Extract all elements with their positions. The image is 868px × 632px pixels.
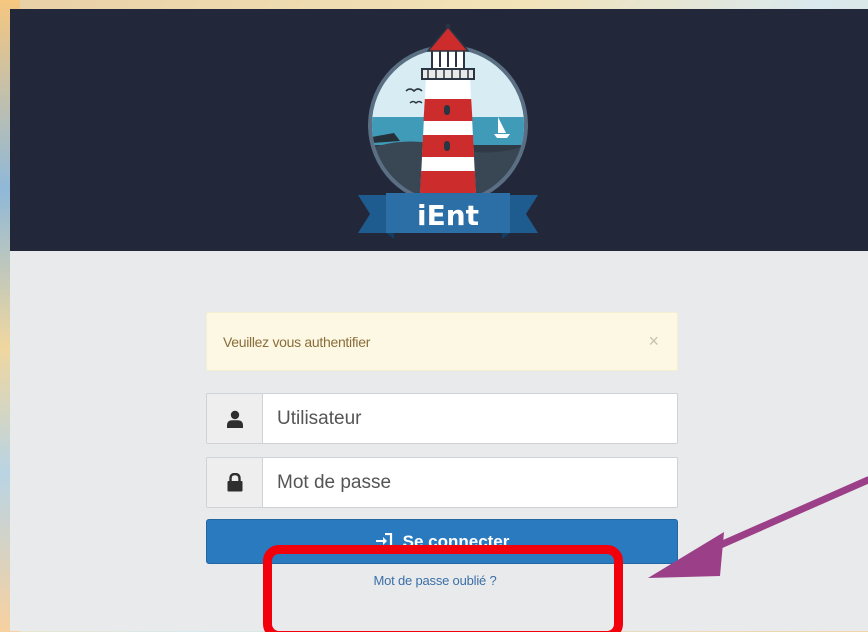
password-input[interactable] xyxy=(264,458,677,507)
alert-close-button[interactable]: × xyxy=(648,331,659,351)
auth-alert: Veuillez vous authentifier × xyxy=(206,312,678,371)
password-group xyxy=(206,457,678,508)
sign-in-icon xyxy=(375,533,393,549)
username-group xyxy=(206,393,678,444)
logo-text: iEnt xyxy=(417,199,479,232)
alert-message: Veuillez vous authentifier xyxy=(223,334,371,350)
login-button[interactable]: Se connecter xyxy=(206,519,678,564)
forgot-password-label: Mot de passe oublié ? xyxy=(373,573,497,588)
ient-lighthouse-logo: iEnt xyxy=(358,23,538,239)
login-page: iEnt Veuillez vous authentifier × Utilis… xyxy=(10,9,868,631)
forgot-password-link[interactable]: Mot de passe oublié ? xyxy=(10,573,868,588)
lock-icon xyxy=(207,458,263,507)
username-input[interactable] xyxy=(264,394,677,443)
login-button-label: Se connecter xyxy=(402,532,510,551)
user-icon xyxy=(207,394,263,443)
header-banner: iEnt xyxy=(10,9,868,251)
